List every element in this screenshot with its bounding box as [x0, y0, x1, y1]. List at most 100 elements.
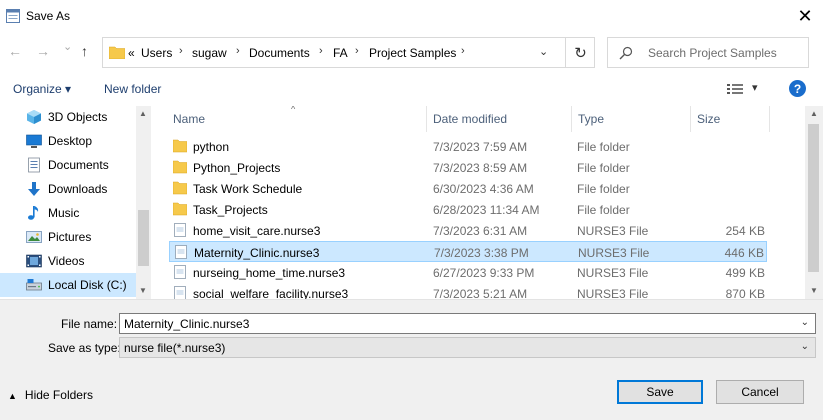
column-label: Name	[173, 112, 206, 126]
list-item[interactable]: Task_Projects 6/28/2023 11:34 AM File fo…	[169, 199, 767, 220]
breadcrumb-separator[interactable]: ›	[461, 45, 465, 57]
address-bar[interactable]: « Users › sugaw › Documents › FA › Proje…	[102, 37, 595, 68]
file-list-scroll-thumb[interactable]	[808, 124, 819, 272]
breadcrumb-separator[interactable]: ›	[319, 45, 323, 57]
file-type: NURSE3 File	[577, 266, 649, 280]
scroll-down-icon[interactable]: ▼	[139, 286, 147, 295]
close-icon[interactable]: ✕	[790, 2, 820, 30]
refresh-icon[interactable]: ↻	[565, 38, 595, 67]
sidebar-item-label: Music	[48, 206, 80, 220]
address-dropdown-icon[interactable]: ⌄	[539, 45, 548, 58]
sidebar-item-documents[interactable]: Documents	[0, 153, 136, 177]
title-bar: Save As ✕	[0, 0, 823, 32]
breadcrumb-fa[interactable]: FA	[333, 46, 348, 60]
help-icon[interactable]: ?	[789, 80, 806, 97]
nurse3-file-icon	[174, 265, 186, 279]
breadcrumb-separator[interactable]: ›	[236, 45, 240, 57]
column-header-date[interactable]: Date modified	[427, 106, 571, 132]
sidebar-item-3d-objects[interactable]: 3D Objects	[0, 106, 136, 129]
sidebar-scroll-thumb[interactable]	[138, 210, 149, 266]
file-name: home_visit_care.nurse3	[193, 224, 321, 238]
sidebar-item-local-disk[interactable]: Local Disk (C:)	[0, 273, 136, 297]
forward-arrow-icon[interactable]: →	[36, 43, 50, 59]
sidebar-item-desktop[interactable]: Desktop	[0, 129, 136, 153]
search-icon	[619, 46, 633, 60]
organize-button[interactable]: Organize ▾	[13, 82, 71, 96]
list-item[interactable]: home_visit_care.nurse3 7/3/2023 6:31 AM …	[169, 220, 767, 241]
scroll-up-icon[interactable]: ▲	[139, 109, 147, 118]
cancel-button[interactable]: Cancel	[716, 380, 804, 404]
column-divider[interactable]	[769, 106, 770, 132]
list-item[interactable]: social_welfare_facility.nurse3 7/3/2023 …	[169, 283, 767, 299]
sidebar-item-label: Videos	[48, 254, 85, 268]
details-view-icon	[727, 84, 743, 94]
list-item[interactable]: Maternity_Clinic.nurse3 7/3/2023 3:38 PM…	[169, 241, 767, 262]
view-dropdown-icon[interactable]: ▾	[752, 81, 758, 94]
breadcrumb-separator[interactable]: ›	[355, 45, 359, 57]
file-name: nurseing_home_time.nurse3	[193, 266, 346, 280]
file-name: Task_Projects	[193, 203, 268, 217]
sidebar-item-music[interactable]: Music	[0, 201, 136, 225]
save-as-app-icon	[6, 9, 20, 23]
3d-objects-icon	[27, 110, 41, 124]
file-type: File folder	[577, 140, 630, 154]
pictures-icon	[26, 231, 42, 243]
nurse3-file-icon	[175, 245, 187, 259]
file-date: 6/27/2023 9:33 PM	[433, 266, 535, 280]
recent-locations-icon[interactable]: ⌄	[63, 40, 72, 53]
sidebar-item-label: Desktop	[48, 134, 93, 148]
up-arrow-icon[interactable]: ↑	[81, 43, 88, 59]
scroll-down-icon[interactable]: ▼	[810, 286, 818, 295]
sidebar-item-downloads[interactable]: Downloads	[0, 177, 136, 201]
file-name-field[interactable]: Maternity_Clinic.nurse3 ⌄	[119, 313, 816, 334]
back-arrow-icon[interactable]: ←	[8, 43, 22, 59]
folder-icon	[173, 202, 187, 216]
file-date: 7/3/2023 8:59 AM	[433, 161, 528, 175]
sidebar-item-pictures[interactable]: Pictures	[0, 225, 136, 249]
nurse3-file-icon	[174, 223, 186, 237]
list-item[interactable]: nurseing_home_time.nurse3 6/27/2023 9:33…	[169, 262, 767, 283]
file-type: File folder	[577, 182, 630, 196]
file-list-scrollbar[interactable]: ▲ ▼	[805, 106, 823, 299]
breadcrumb-separator[interactable]: ›	[179, 45, 183, 57]
view-options-button[interactable]: ▾	[727, 81, 763, 97]
list-item[interactable]: python 7/3/2023 7:59 AM File folder	[169, 136, 767, 157]
search-placeholder: Search Project Samples	[648, 46, 777, 60]
sidebar-item-label: Documents	[48, 158, 109, 172]
save-button[interactable]: Save	[617, 380, 703, 404]
file-name-label: File name:	[61, 317, 118, 331]
sidebar-scrollbar[interactable]: ▲ ▼	[136, 106, 151, 299]
file-type: NURSE3 File	[578, 246, 650, 260]
breadcrumb-sugaw[interactable]: sugaw	[192, 46, 227, 60]
breadcrumb-documents[interactable]: Documents	[249, 46, 310, 60]
file-name: Maternity_Clinic.nurse3	[194, 246, 320, 260]
list-item[interactable]: Task Work Schedule 6/30/2023 4:36 AM Fil…	[169, 178, 767, 199]
file-name: Task Work Schedule	[193, 182, 303, 196]
column-header-size[interactable]: Size	[691, 106, 769, 132]
documents-icon	[28, 157, 40, 173]
hide-folders-button[interactable]: ▲ Hide Folders	[8, 388, 93, 402]
hide-folders-label: Hide Folders	[24, 388, 93, 402]
sidebar-item-label: Downloads	[48, 182, 108, 196]
list-item[interactable]: Python_Projects 7/3/2023 8:59 AM File fo…	[169, 157, 767, 178]
file-type: File folder	[577, 203, 630, 217]
scroll-up-icon[interactable]: ▲	[810, 109, 818, 118]
breadcrumb-project-samples[interactable]: Project Samples	[369, 46, 456, 60]
new-folder-button[interactable]: New folder	[104, 82, 161, 96]
column-label: Type	[578, 112, 605, 126]
search-input[interactable]: Search Project Samples	[607, 37, 809, 68]
column-label: Size	[697, 112, 721, 126]
breadcrumb-users[interactable]: Users	[141, 46, 172, 60]
chevron-down-icon[interactable]: ⌄	[801, 317, 809, 328]
breadcrumb-overflow[interactable]: «	[128, 46, 135, 60]
file-size: 870 KB	[725, 287, 765, 299]
save-form: File name: Maternity_Clinic.nurse3 ⌄ Sav…	[0, 299, 823, 420]
file-size: 254 KB	[725, 224, 765, 238]
column-header-name[interactable]: Name	[169, 106, 427, 132]
save-as-type-select[interactable]: nurse file(*.nurse3) ⌄	[119, 337, 816, 358]
chevron-down-icon[interactable]: ⌄	[801, 341, 809, 352]
sidebar-item-videos[interactable]: Videos	[0, 249, 136, 273]
sidebar-item-label: Local Disk (C:)	[48, 278, 127, 292]
column-header-type[interactable]: Type	[572, 106, 690, 132]
file-name: Python_Projects	[193, 161, 281, 175]
